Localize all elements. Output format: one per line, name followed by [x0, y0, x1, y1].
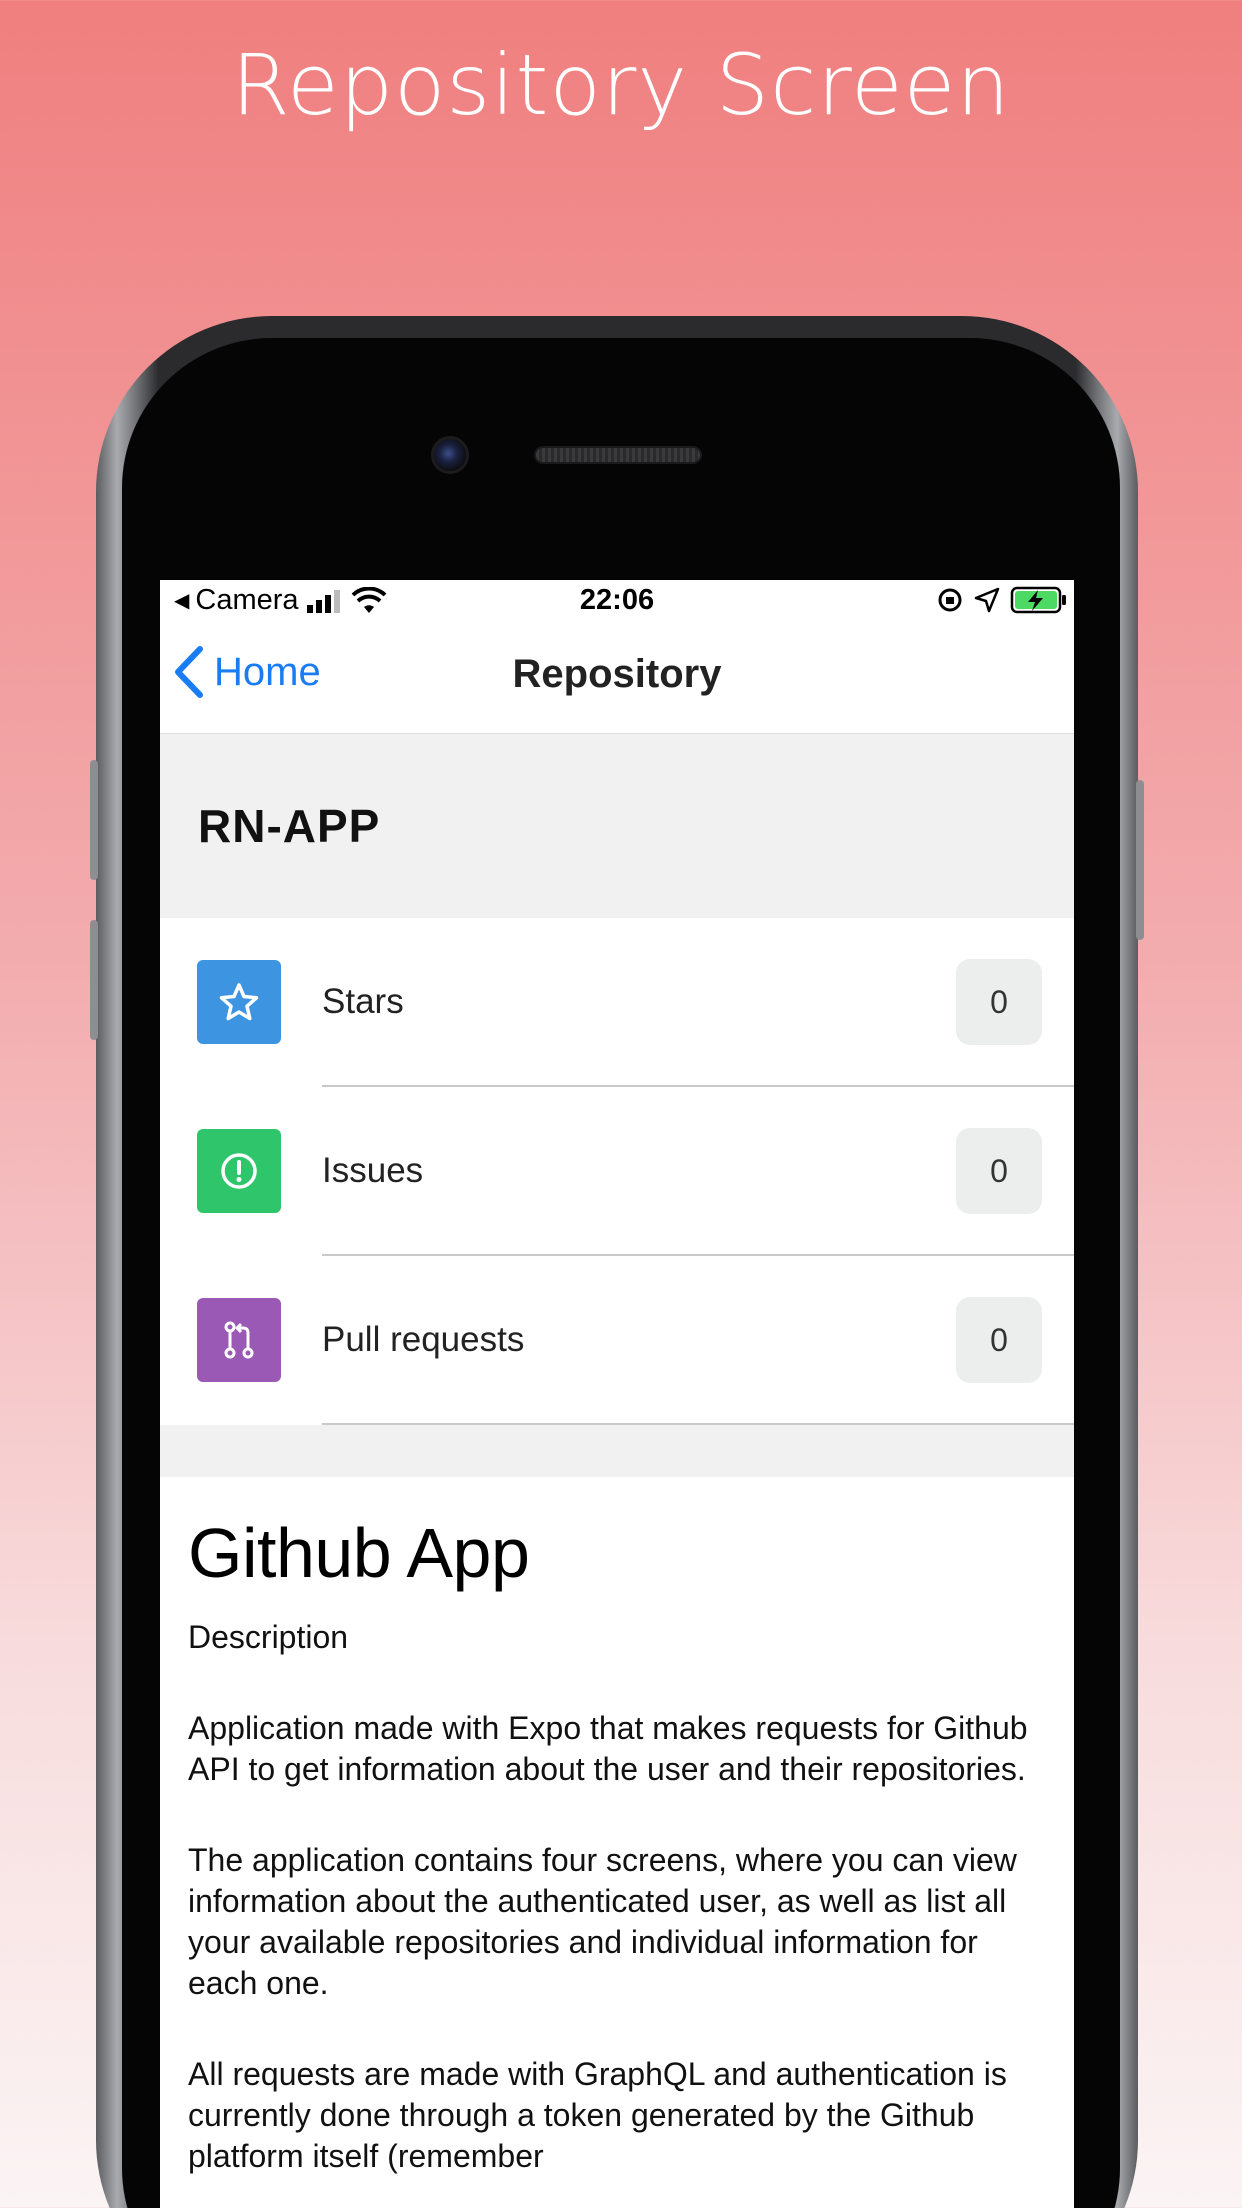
stat-count-badge: 0 — [956, 959, 1042, 1045]
stat-count-badge: 0 — [956, 1128, 1042, 1214]
location-arrow-icon — [974, 587, 1000, 613]
earpiece-speaker — [534, 446, 702, 464]
navigation-bar: Home Repository — [160, 622, 1074, 734]
phone-side-button — [90, 920, 98, 1040]
stat-label: Pull requests — [322, 1320, 525, 1359]
stat-count-badge: 0 — [956, 1297, 1042, 1383]
readme-section: Github App Description Application made … — [160, 1477, 1074, 2177]
stat-row-pull-requests[interactable]: Pull requests 0 — [160, 1256, 1074, 1425]
stat-label: Stars — [322, 982, 404, 1021]
phone-side-button — [90, 760, 98, 880]
readme-paragraph: The application contains four screens, w… — [188, 1842, 1017, 2001]
page-headline: Repository Screen — [231, 36, 1011, 134]
rotation-lock-icon — [938, 588, 962, 612]
repo-name: RN-APP — [198, 800, 381, 852]
pull-request-icon — [224, 1321, 254, 1359]
star-icon — [219, 983, 259, 1021]
alert-circle-icon — [221, 1153, 257, 1189]
pull-requests-icon-box — [197, 1298, 281, 1382]
readme-title: Github App — [188, 1514, 530, 1592]
status-bar: ◀ Camera 22:06 — [160, 580, 1074, 622]
stars-icon-box — [197, 960, 281, 1044]
stat-row-stars[interactable]: Stars 0 — [160, 918, 1074, 1087]
readme-paragraph: Application made with Expo that makes re… — [188, 1710, 1028, 1787]
repo-header: RN-APP — [160, 734, 1074, 918]
battery-charging-icon — [1010, 586, 1066, 614]
section-separator — [160, 1425, 1074, 1477]
stat-row-issues[interactable]: Issues 0 — [160, 1087, 1074, 1256]
readme-description-label: Description — [188, 1619, 349, 1655]
status-right — [936, 586, 1068, 614]
front-camera — [431, 436, 469, 474]
row-divider — [322, 1423, 1074, 1425]
phone-side-button — [1136, 780, 1144, 940]
readme-paragraph: All requests are made with GraphQL and a… — [188, 2056, 1007, 2174]
issues-icon-box — [197, 1129, 281, 1213]
nav-title: Repository — [512, 652, 722, 696]
stat-label: Issues — [322, 1151, 424, 1190]
app-screen: ◀ Camera 22:06 Home Repository RN-APP St… — [160, 580, 1074, 2208]
